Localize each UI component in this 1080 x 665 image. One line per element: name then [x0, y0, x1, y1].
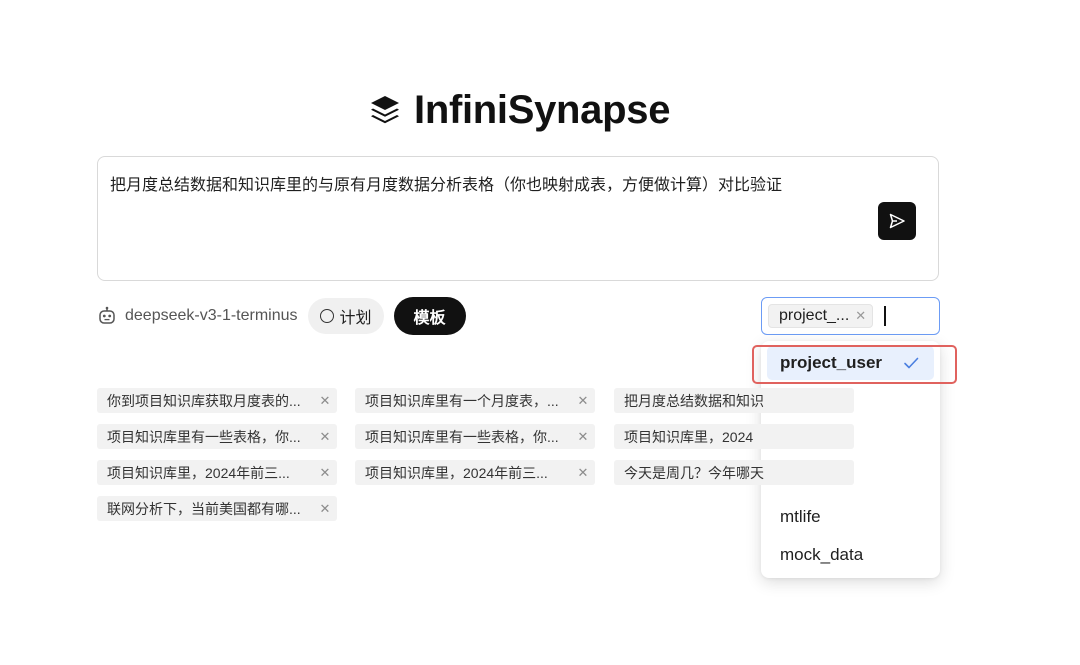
project-tag-label: project_... — [779, 307, 850, 324]
close-icon[interactable]: ✕ — [313, 465, 337, 481]
history-chip[interactable]: 今天是周几？今年哪天 — [614, 460, 854, 485]
history-chip[interactable]: 项目知识库里有一个月度表，... ✕ — [355, 388, 595, 413]
chip-label: 项目知识库里有一个月度表，... — [365, 392, 559, 409]
close-icon[interactable]: ✕ — [571, 429, 595, 445]
send-button[interactable] — [878, 202, 916, 240]
dropdown-item[interactable]: mock_data — [767, 538, 934, 572]
chip-label: 项目知识库里，2024年前三... — [365, 464, 548, 481]
brand-title: InfiniSynapse — [414, 87, 671, 132]
history-chip[interactable]: 项目知识库里有一些表格，你... ✕ — [355, 424, 595, 449]
template-button[interactable]: 模板 — [393, 297, 466, 335]
close-icon[interactable]: ✕ — [313, 429, 337, 445]
history-chip[interactable]: 把月度总结数据和知识 — [614, 388, 854, 413]
plan-toggle[interactable]: 计划 — [307, 298, 384, 334]
model-selector[interactable]: deepseek-v3-1-terminus — [97, 306, 298, 326]
model-name: deepseek-v3-1-terminus — [125, 307, 298, 324]
toolbar: deepseek-v3-1-terminus 计划 模板 — [97, 297, 466, 335]
prompt-text: 把月度总结数据和知识库里的与原有月度数据分析表格（你也映射成表，方便做计算）对比… — [110, 177, 783, 194]
project-tag: project_... ✕ — [768, 304, 874, 328]
history-chip[interactable]: 项目知识库里，2024年前三... ✕ — [97, 460, 337, 485]
chip-label: 项目知识库里有一些表格，你... — [107, 428, 301, 445]
chip-label: 项目知识库里，2024年前三... — [107, 464, 290, 481]
template-label: 模板 — [413, 310, 446, 327]
history-chip[interactable]: 联网分析下，当前美国都有哪... ✕ — [97, 496, 337, 521]
chip-label: 联网分析下，当前美国都有哪... — [107, 500, 301, 517]
selection-highlight — [752, 345, 957, 384]
history-chip[interactable]: 项目知识库里有一些表格，你... ✕ — [97, 424, 337, 449]
layers-icon — [371, 96, 399, 124]
chip-label: 项目知识库里有一些表格，你... — [365, 428, 559, 445]
chip-label: 你到项目知识库获取月度表的... — [107, 392, 301, 409]
text-caret — [884, 306, 886, 326]
history-chips: 你到项目知识库获取月度表的... ✕ 项目知识库里有一个月度表，... ✕ 把月… — [97, 388, 939, 528]
project-select[interactable]: project_... ✕ — [761, 297, 940, 335]
chip-label: 把月度总结数据和知识 — [624, 392, 764, 409]
chip-label: 今天是周几？今年哪天 — [624, 464, 764, 481]
robot-icon — [99, 306, 115, 324]
close-icon[interactable]: ✕ — [571, 465, 595, 481]
close-icon[interactable]: ✕ — [571, 393, 595, 409]
dropdown-item-label: mock_data — [780, 545, 864, 564]
prompt-input[interactable]: 把月度总结数据和知识库里的与原有月度数据分析表格（你也映射成表，方便做计算）对比… — [97, 156, 939, 281]
radio-circle-icon — [319, 309, 334, 323]
close-icon[interactable]: ✕ — [313, 501, 337, 517]
history-chip[interactable]: 项目知识库里，2024 — [614, 424, 854, 449]
close-icon[interactable]: ✕ — [855, 308, 866, 324]
history-chip[interactable]: 项目知识库里，2024年前三... ✕ — [355, 460, 595, 485]
close-icon[interactable]: ✕ — [313, 393, 337, 409]
history-chip[interactable]: 你到项目知识库获取月度表的... ✕ — [97, 388, 337, 413]
brand: InfiniSynapse — [368, 86, 670, 134]
send-icon — [889, 213, 905, 229]
plan-label: 计划 — [339, 310, 372, 327]
chip-label: 项目知识库里，2024 — [624, 428, 754, 445]
